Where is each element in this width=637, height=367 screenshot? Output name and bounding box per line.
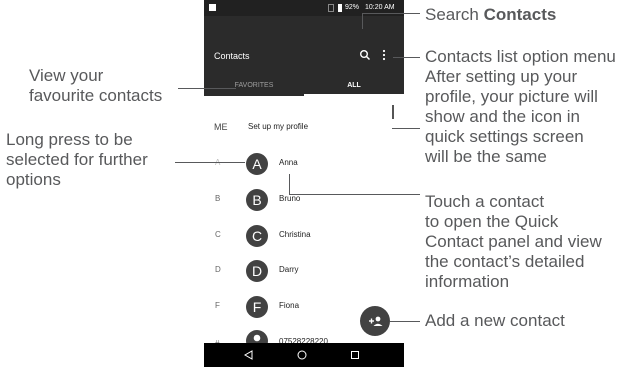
contact-name: Fiona — [279, 301, 300, 310]
annotation-line: Contacts list option menu — [425, 47, 616, 66]
annotation-search-bold: Contacts — [483, 5, 557, 24]
callout-line-profile — [392, 128, 420, 129]
contact-name: Bruno — [279, 194, 301, 203]
avatar: F — [246, 296, 268, 318]
annotation-line: will be the same — [425, 147, 547, 166]
section-letter: F — [215, 301, 220, 310]
annotation-line: profile, your picture will — [425, 87, 598, 106]
contact-row[interactable]: A A Anna — [204, 147, 404, 181]
navigation-bar — [204, 343, 404, 367]
tab-all[interactable]: ALL — [304, 76, 404, 96]
annotation-line: After setting up your — [425, 67, 578, 86]
annotation-search: Search Contacts — [425, 5, 556, 25]
annotation-line: information — [425, 272, 510, 291]
callout-line-touch-contact — [289, 174, 290, 194]
section-letter: B — [215, 194, 221, 203]
callout-line-options — [393, 57, 420, 58]
annotation-touch-contact: Touch a contact to open the Quick Contac… — [425, 192, 602, 292]
annotation-line: Touch a contact — [425, 192, 545, 211]
annotation-line: favourite contacts — [29, 86, 163, 105]
contact-row[interactable]: C C Christina — [204, 219, 404, 253]
phone-screen: 92% 10:20 AM Contacts FAVORITES ALL ME S… — [204, 0, 404, 367]
annotation-line: Contact panel and view — [425, 232, 602, 251]
section-letter: D — [215, 265, 221, 274]
annotation-line: selected for further — [6, 150, 148, 169]
avatar: A — [246, 153, 268, 175]
callout-line-touch-contact — [289, 194, 420, 195]
annotation-view-favourites: View your favourite contacts — [29, 66, 162, 106]
search-icon[interactable] — [359, 49, 371, 61]
section-letter: C — [215, 230, 221, 239]
me-label: ME — [214, 122, 228, 132]
battery-icon — [338, 4, 342, 12]
add-person-icon — [369, 316, 383, 326]
annotation-line: View your — [29, 66, 104, 85]
contact-name: Darry — [279, 265, 299, 274]
callout-line-add-contact — [390, 321, 420, 322]
clock: 10:20 AM — [365, 4, 395, 11]
profile-row[interactable]: ME Set up my profile — [204, 110, 404, 144]
image-notification-icon — [209, 4, 216, 11]
annotation-options-menu: Contacts list option menu After setting … — [425, 47, 616, 167]
app-title: Contacts — [214, 51, 250, 61]
contact-name: Christina — [279, 230, 311, 239]
callout-line-search — [362, 13, 420, 14]
home-icon[interactable] — [297, 350, 307, 360]
tab-favorites[interactable]: FAVORITES — [204, 76, 304, 96]
annotation-line: options — [6, 170, 61, 189]
annotation-add-contact: Add a new contact — [425, 311, 565, 330]
no-sim-icon — [328, 4, 334, 12]
battery-percent: 92% — [345, 4, 360, 11]
avatar: D — [246, 260, 268, 282]
callout-line-search — [362, 13, 363, 29]
annotation-long-press: Long press to be selected for further op… — [6, 130, 148, 190]
annotation-line: show and the icon in — [425, 107, 580, 126]
tab-indicator — [304, 94, 404, 96]
avatar: B — [246, 189, 268, 211]
annotation-line: the contact’s detailed — [425, 252, 585, 271]
callout-line-favourites — [178, 88, 236, 89]
annotation-line: quick settings screen — [425, 127, 584, 146]
contact-row[interactable]: D D Darry — [204, 254, 404, 288]
avatar: C — [246, 225, 268, 247]
contact-row[interactable]: B B Bruno — [204, 183, 404, 217]
back-icon[interactable] — [244, 350, 254, 360]
contact-name: Anna — [279, 158, 298, 167]
add-contact-button[interactable] — [360, 306, 390, 336]
scrollbar[interactable] — [392, 105, 394, 119]
setup-profile-text: Set up my profile — [248, 122, 309, 131]
app-bar: Contacts FAVORITES ALL — [204, 16, 404, 96]
more-options-icon[interactable] — [381, 49, 387, 61]
callout-line-long-press — [175, 162, 245, 163]
annotation-search-prefix: Search — [425, 5, 484, 24]
recents-icon[interactable] — [350, 350, 360, 360]
annotation-line: to open the Quick — [425, 212, 559, 231]
annotation-line: Long press to be — [6, 130, 133, 149]
